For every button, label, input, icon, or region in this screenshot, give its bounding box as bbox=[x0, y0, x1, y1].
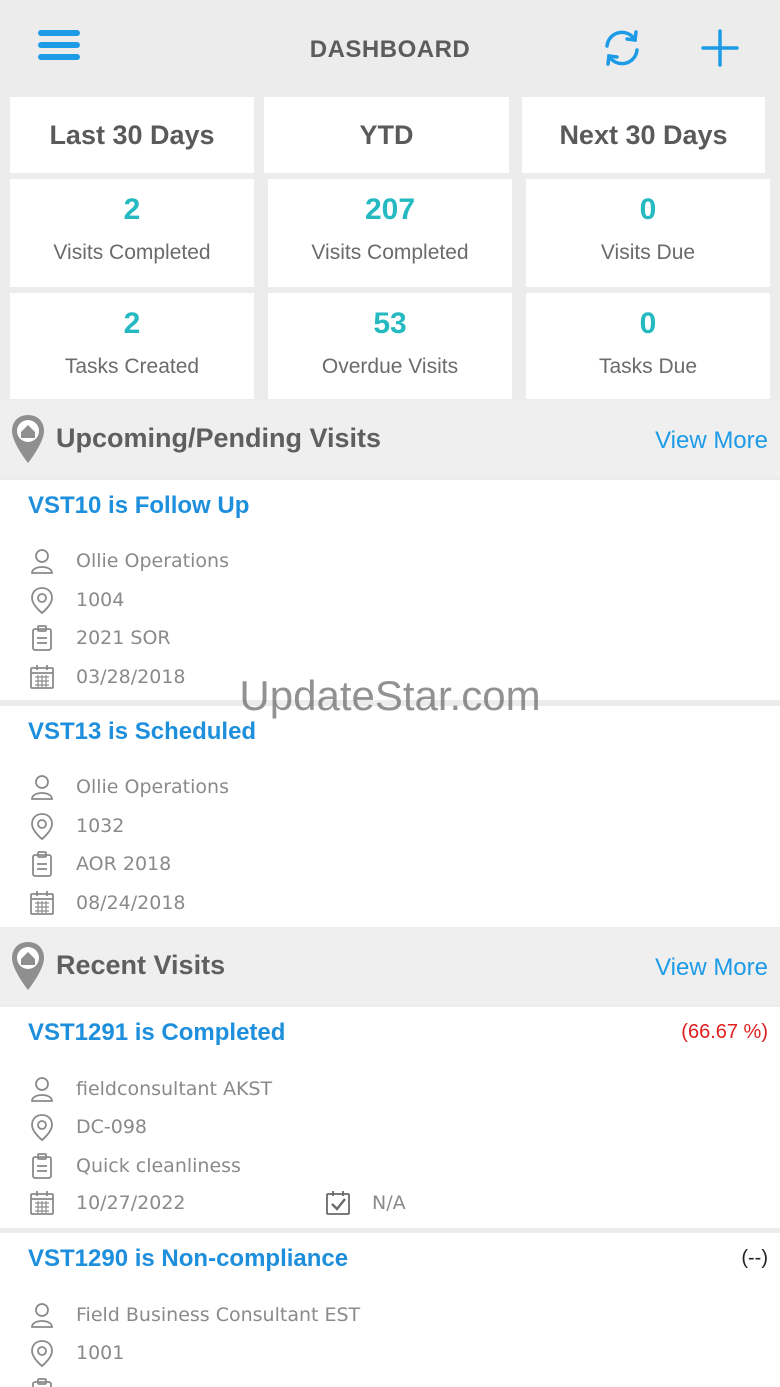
user-icon bbox=[31, 1077, 53, 1102]
location-home-icon bbox=[12, 415, 44, 463]
recent-section-header: Recent Visits View More bbox=[0, 928, 780, 1004]
visit-user: fieldconsultant AKST bbox=[76, 1078, 273, 1100]
visit-date-row: 03/28/2018 bbox=[28, 661, 186, 693]
visit-score: (--) bbox=[741, 1247, 768, 1269]
location-home-icon bbox=[12, 942, 44, 990]
stat-label: Visits Due bbox=[600, 241, 696, 264]
visit-title[interactable]: VST13 is Scheduled bbox=[28, 718, 256, 746]
visit-title[interactable]: VST1291 is Completed bbox=[28, 1019, 285, 1047]
visit-location-row: DC-098 bbox=[28, 1111, 147, 1143]
stat-label: Visits Completed bbox=[311, 241, 469, 264]
visit-card[interactable]: VST1290 is Non-compliance (--) Field Bus… bbox=[0, 1233, 780, 1387]
location-pin-icon bbox=[31, 1340, 53, 1367]
visit-user-row: Ollie Operations bbox=[28, 771, 229, 803]
tab-last-30-days[interactable]: Last 30 Days bbox=[10, 97, 254, 173]
view-more-link[interactable]: View More bbox=[655, 427, 768, 455]
visit-card[interactable]: VST1291 is Completed (66.67 %) fieldcons… bbox=[0, 1007, 780, 1228]
stat-visits-completed-ytd[interactable]: 207 Visits Completed bbox=[268, 179, 512, 287]
tab-ytd[interactable]: YTD bbox=[264, 97, 509, 173]
calendar-icon bbox=[30, 665, 54, 689]
calendar-icon bbox=[30, 891, 54, 915]
stat-tasks-due[interactable]: 0 Tasks Due bbox=[526, 293, 770, 399]
stat-label: Overdue Visits bbox=[321, 355, 459, 378]
visit-user-row: Field Business Consultant EST bbox=[28, 1299, 360, 1331]
visit-date: 08/24/2018 bbox=[76, 892, 186, 914]
visit-card[interactable]: VST13 is Scheduled Ollie Operations 1032… bbox=[0, 706, 780, 927]
visit-form: AOR 2018 bbox=[76, 853, 172, 875]
section-title: Recent Visits bbox=[56, 950, 226, 980]
visit-task-row: N/A bbox=[324, 1187, 406, 1219]
stat-label: Tasks Created bbox=[64, 355, 200, 378]
visit-date-row: 10/27/2022 bbox=[28, 1187, 186, 1219]
visit-location: DC-098 bbox=[76, 1116, 148, 1138]
visit-task-status: N/A bbox=[372, 1192, 406, 1214]
view-more-link[interactable]: View More bbox=[655, 954, 768, 982]
stat-value: 0 bbox=[639, 307, 657, 340]
location-pin-icon bbox=[31, 587, 53, 614]
stat-value: 53 bbox=[373, 307, 407, 340]
tab-next-30-days[interactable]: Next 30 Days bbox=[522, 97, 765, 173]
visit-title[interactable]: VST1290 is Non-compliance bbox=[28, 1245, 348, 1273]
visit-user: Ollie Operations bbox=[76, 776, 229, 798]
visit-form: 2021 SOR bbox=[76, 627, 171, 649]
user-icon bbox=[31, 775, 53, 800]
visit-card[interactable]: VST10 is Follow Up Ollie Operations 1004… bbox=[0, 480, 780, 700]
stat-value: 0 bbox=[639, 193, 657, 226]
visit-form-row: AOR 2018 bbox=[28, 848, 171, 880]
stat-overdue-visits[interactable]: 53 Overdue Visits bbox=[268, 293, 512, 399]
clipboard-icon bbox=[32, 1153, 52, 1179]
upcoming-section-header: Upcoming/Pending Visits View More bbox=[0, 401, 780, 477]
stat-visits-completed-30d[interactable]: 2 Visits Completed bbox=[10, 179, 254, 287]
visit-date: 10/27/2022 bbox=[76, 1192, 186, 1214]
checkbox-icon bbox=[326, 1191, 350, 1215]
visit-date: 03/28/2018 bbox=[76, 666, 186, 688]
user-icon bbox=[31, 1303, 53, 1328]
clipboard-icon bbox=[32, 1378, 52, 1387]
visit-location-row: 1001 bbox=[28, 1337, 124, 1369]
hamburger-menu-icon[interactable] bbox=[38, 30, 80, 62]
stat-label: Visits Completed bbox=[53, 241, 211, 264]
visit-form-row: 2021 SOR bbox=[28, 622, 171, 654]
clipboard-icon bbox=[32, 625, 52, 651]
stat-value: 2 bbox=[123, 193, 141, 226]
stat-visits-due[interactable]: 0 Visits Due bbox=[526, 179, 770, 287]
visit-location-row: 1032 bbox=[28, 810, 124, 842]
visit-form-row bbox=[28, 1375, 56, 1387]
location-pin-icon bbox=[31, 813, 53, 840]
page-title: DASHBOARD bbox=[309, 36, 471, 63]
visit-location-row: 1004 bbox=[28, 584, 124, 616]
visit-location: 1032 bbox=[76, 815, 125, 837]
visit-user-row: Ollie Operations bbox=[28, 545, 229, 577]
visit-location: 1001 bbox=[76, 1342, 125, 1364]
visit-form: Quick cleanliness bbox=[76, 1155, 241, 1177]
visit-form-row: Quick cleanliness bbox=[28, 1150, 241, 1182]
sync-icon[interactable] bbox=[600, 26, 644, 70]
stat-value: 207 bbox=[364, 193, 416, 226]
add-icon[interactable] bbox=[698, 26, 742, 70]
visit-location: 1004 bbox=[76, 589, 125, 611]
section-title: Upcoming/Pending Visits bbox=[56, 423, 382, 453]
clipboard-icon bbox=[32, 851, 52, 877]
user-icon bbox=[31, 549, 53, 574]
visit-title[interactable]: VST10 is Follow Up bbox=[28, 492, 249, 520]
visit-score: (66.67 %) bbox=[681, 1021, 768, 1043]
location-pin-icon bbox=[31, 1114, 53, 1141]
visit-user-row: fieldconsultant AKST bbox=[28, 1073, 272, 1105]
visit-date-row: 08/24/2018 bbox=[28, 887, 186, 919]
stat-label: Tasks Due bbox=[598, 355, 698, 378]
stat-value: 2 bbox=[123, 307, 141, 340]
top-bar: DASHBOARD bbox=[0, 0, 780, 96]
calendar-icon bbox=[30, 1191, 54, 1215]
visit-user: Field Business Consultant EST bbox=[76, 1304, 361, 1326]
stat-tasks-created[interactable]: 2 Tasks Created bbox=[10, 293, 254, 399]
visit-user: Ollie Operations bbox=[76, 550, 229, 572]
